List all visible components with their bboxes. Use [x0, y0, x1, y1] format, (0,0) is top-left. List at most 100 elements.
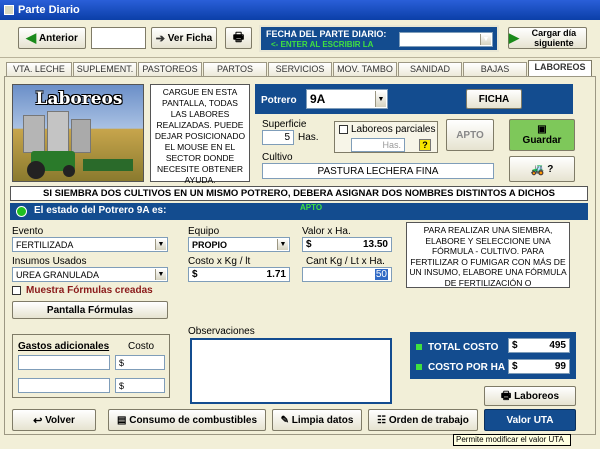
help-button[interactable]: 🚜 ?	[509, 156, 575, 182]
valor-ha-input[interactable]: $ 13.50	[302, 237, 392, 252]
orden-trabajo-button[interactable]: ☷ Orden de trabajo	[368, 409, 478, 431]
costo-ha-field: $ 99	[508, 359, 570, 374]
printer-icon: 🖶	[500, 389, 512, 402]
equipo-select[interactable]: PROPIO ▼	[188, 237, 290, 252]
seeder-icon	[83, 159, 133, 171]
pantalla-formulas-button[interactable]: Pantalla Fórmulas	[12, 301, 168, 319]
wheel-icon	[27, 161, 45, 179]
gastos-label: Gastos adicionales	[18, 341, 110, 352]
total-costo-label: TOTAL COSTO	[428, 342, 499, 353]
notice-bar: SI SIEMBRA DOS CULTIVOS EN UN MISMO POTR…	[10, 186, 588, 201]
tab-suplement[interactable]: SUPLEMENT.	[73, 62, 137, 76]
laboreos-image: Laboreos	[12, 84, 144, 182]
volver-button[interactable]: ↩ Volver	[12, 409, 96, 431]
costo-kg-label: Costo x Kg / lt	[188, 256, 251, 267]
help-text: CARGUE EN ESTA PANTALLA, TODAS LAS LABOR…	[150, 84, 250, 185]
insumos-select[interactable]: UREA GRANULADA ▼	[12, 267, 168, 282]
evento-label: Evento	[12, 226, 44, 237]
superficie-input[interactable]: 5	[262, 130, 294, 145]
image-title: Laboreos	[35, 89, 123, 109]
document-icon: ▤	[116, 414, 127, 426]
chevron-down-icon[interactable]: ▼	[155, 239, 166, 250]
tab-servicios[interactable]: SERVICIOS	[268, 62, 332, 76]
apto-button[interactable]: APTO	[446, 119, 494, 151]
cargar-dia-siguiente-button[interactable]: ▶ Cargar día siguiente	[508, 27, 587, 49]
gastos-costo-label: Costo	[128, 341, 155, 352]
app-icon	[4, 5, 14, 15]
valor-uta-button[interactable]: Valor UTA	[484, 409, 576, 431]
window-title: Parte Diario	[18, 4, 80, 16]
anterior-button[interactable]: ◀ Anterior	[18, 27, 86, 49]
chevron-down-icon[interactable]: ▼	[375, 91, 386, 107]
silo-icon	[47, 111, 69, 153]
help-icon[interactable]: ?	[419, 139, 431, 151]
guardar-button[interactable]: ▣ Guardar	[509, 119, 575, 151]
gasto-2-cost[interactable]: $	[115, 378, 165, 393]
arrow-right-icon: ➔	[155, 32, 165, 45]
equipo-label: Equipo	[188, 226, 220, 237]
ficha-number-input[interactable]	[91, 27, 146, 49]
potrero-bar: Potrero	[255, 84, 573, 114]
arrow-right-icon: ▶	[509, 30, 519, 45]
estado-label: El estado del Potrero 9A es:	[34, 205, 167, 216]
cultivo-label: Cultivo	[262, 152, 293, 163]
total-costo-field: $ 495	[508, 338, 570, 353]
tab-vta-leche[interactable]: VTA. LECHE	[6, 62, 72, 76]
tooltip: Permite modificar el valor UTA	[453, 434, 571, 446]
limpia-datos-button[interactable]: ✎ Limpia datos	[272, 409, 362, 431]
printer-icon: 🖶	[232, 29, 245, 44]
evento-select[interactable]: FERTILIZADA ▼	[12, 237, 168, 252]
chevron-down-icon[interactable]: ▼	[155, 269, 166, 280]
potrero-select[interactable]: 9A ▼	[306, 89, 388, 109]
observaciones-label: Observaciones	[188, 326, 255, 337]
save-icon: ▣	[537, 124, 547, 135]
potrero-label: Potrero	[261, 95, 297, 106]
tab-sanidad[interactable]: SANIDAD	[398, 62, 462, 76]
arrow-left-icon: ◀	[26, 30, 37, 45]
gasto-1-cost[interactable]: $	[115, 355, 165, 370]
laboreos-report-button[interactable]: 🖶 Laboreos	[484, 386, 576, 406]
arrow-back-icon: ↩	[33, 414, 43, 427]
print-button[interactable]: 🖶	[225, 27, 252, 49]
tab-bajas[interactable]: BAJAS	[463, 62, 527, 76]
cant-kg-input[interactable]: 50	[302, 267, 392, 282]
tractor-icon: 🚜	[530, 163, 545, 176]
gasto-2-description[interactable]	[18, 378, 110, 393]
fecha-label: FECHA DEL PARTE DIARIO:	[266, 29, 387, 39]
fecha-date-input[interactable]: 01/06/2007 ▼	[399, 32, 493, 47]
parciales-has-input[interactable]: Has.	[351, 138, 405, 152]
muestra-formulas-label: Muestra Fórmulas creadas	[26, 285, 153, 296]
insumos-label: Insumos Usados	[12, 256, 87, 267]
parciales-checkbox[interactable]	[339, 125, 348, 134]
ver-ficha-button[interactable]: ➔ Ver Ficha	[151, 27, 217, 49]
cultivo-field: PASTURA LECHERA FINA	[262, 163, 494, 179]
eraser-icon: ✎	[280, 414, 289, 426]
bullet-icon	[416, 344, 422, 350]
chevron-down-icon[interactable]: ▼	[480, 34, 491, 45]
costo-ha-label: COSTO POR HA	[428, 362, 506, 373]
window-titlebar: Parte Diario	[0, 0, 600, 20]
fecha-panel: FECHA DEL PARTE DIARIO: <- ENTER AL ESCR…	[259, 25, 499, 52]
clipboard-icon: ☷	[377, 414, 387, 426]
estado-value: APTO	[300, 203, 323, 212]
status-indicator-icon	[16, 206, 27, 217]
chevron-down-icon[interactable]: ▼	[277, 239, 288, 250]
consumo-combustibles-button[interactable]: ▤ Consumo de combustibles	[108, 409, 266, 431]
observaciones-textarea[interactable]	[190, 338, 392, 404]
tab-partos[interactable]: PARTOS	[203, 62, 267, 76]
tab-laboreos[interactable]: LABOREOS	[528, 60, 592, 76]
muestra-formulas-checkbox[interactable]	[12, 286, 21, 295]
silo-icon	[71, 119, 91, 153]
tab-pastoreos[interactable]: PASTOREOS	[138, 62, 202, 76]
tab-mov-tambo[interactable]: MOV. TAMBO	[333, 62, 397, 76]
costo-kg-input[interactable]: $ 1.71	[188, 267, 290, 282]
estado-bar: El estado del Potrero 9A es: APTO	[10, 203, 588, 220]
has-unit: Has.	[298, 132, 319, 143]
wheel-icon	[63, 165, 75, 177]
cant-kg-label: Cant Kg / Lt x Ha.	[306, 256, 385, 267]
gasto-1-description[interactable]	[18, 355, 110, 370]
valor-ha-label: Valor x Ha.	[302, 226, 351, 237]
laboreos-parciales-box: Laboreos parciales Has. ?	[334, 121, 438, 153]
info-box: PARA REALIZAR UNA SIEMBRA, ELABORE Y SEL…	[406, 222, 570, 288]
ficha-button[interactable]: FICHA	[466, 89, 522, 109]
